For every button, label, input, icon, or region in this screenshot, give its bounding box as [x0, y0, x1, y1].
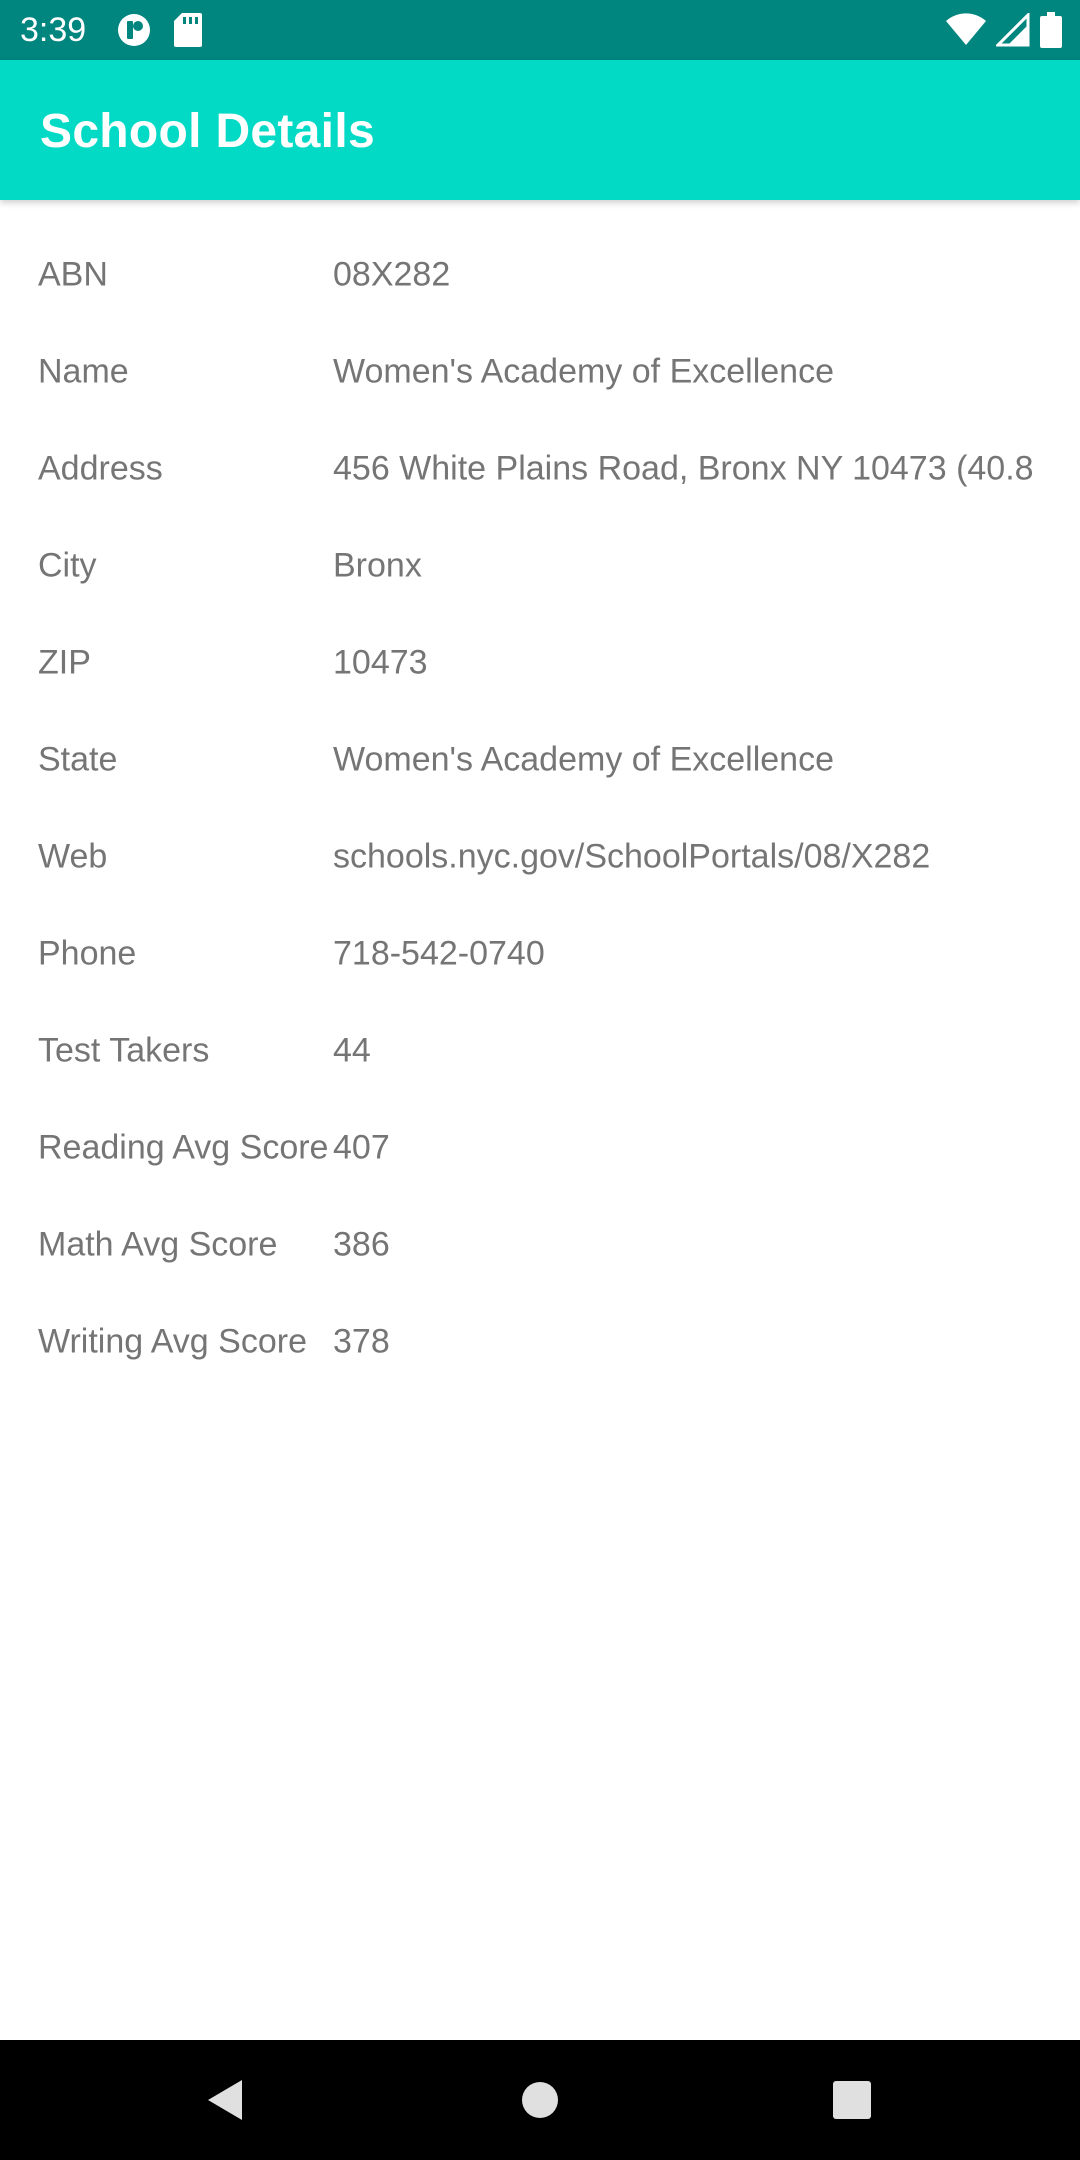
detail-row-web: Web schools.nyc.gov/SchoolPortals/08/X28… — [0, 808, 1080, 905]
detail-value: 10473 — [333, 643, 428, 681]
detail-label: Test Takers — [38, 1031, 210, 1069]
school-details-screen: 3:39 School Details ABN 08X282 Name Wome… — [0, 0, 1080, 2160]
detail-label: ABN — [38, 255, 108, 293]
home-icon — [516, 2076, 564, 2124]
back-icon — [202, 2076, 250, 2124]
status-left-icons — [116, 12, 202, 48]
app-bar: School Details — [0, 60, 1080, 200]
detail-value: 386 — [333, 1225, 390, 1263]
detail-label: City — [38, 546, 97, 584]
back-button[interactable] — [202, 2076, 250, 2124]
status-time: 3:39 — [20, 11, 87, 49]
detail-label: ZIP — [38, 643, 91, 681]
detail-value: 08X282 — [333, 255, 451, 293]
recents-icon — [828, 2076, 876, 2124]
detail-label: Web — [38, 837, 108, 875]
status-bar: 3:39 — [0, 0, 1080, 60]
detail-row-zip: ZIP 10473 — [0, 614, 1080, 711]
sd-card-icon — [174, 13, 202, 47]
detail-value: Bronx — [333, 546, 422, 584]
detail-row-abn: ABN 08X282 — [0, 226, 1080, 323]
battery-icon — [1040, 12, 1062, 48]
detail-row-writing-avg-score: Writing Avg Score 378 — [0, 1293, 1080, 1390]
detail-value: Women's Academy of Excellence — [333, 352, 834, 390]
recents-button[interactable] — [828, 2076, 876, 2124]
detail-value: 456 White Plains Road, Bronx NY 10473 (4… — [333, 449, 1034, 487]
signal-icon — [996, 13, 1030, 47]
status-right-icons — [946, 12, 1062, 48]
detail-value: schools.nyc.gov/SchoolPortals/08/X282 — [333, 837, 931, 875]
detail-row-phone: Phone 718-542-0740 — [0, 905, 1080, 1002]
detail-label: Writing Avg Score — [38, 1322, 307, 1360]
detail-value: Women's Academy of Excellence — [333, 740, 834, 778]
detail-row-test-takers: Test Takers 44 — [0, 1002, 1080, 1099]
detail-row-address: Address 456 White Plains Road, Bronx NY … — [0, 420, 1080, 517]
wifi-icon — [946, 13, 986, 47]
detail-value: 378 — [333, 1322, 390, 1360]
detail-label: Name — [38, 352, 129, 390]
home-button[interactable] — [516, 2076, 564, 2124]
detail-value: 44 — [333, 1031, 371, 1069]
page-title: School Details — [40, 105, 375, 158]
detail-label: Math Avg Score — [38, 1225, 278, 1263]
detail-row-state: State Women's Academy of Excellence — [0, 711, 1080, 808]
detail-label: State — [38, 740, 118, 778]
detail-row-name: Name Women's Academy of Excellence — [0, 323, 1080, 420]
detail-value: 407 — [333, 1128, 390, 1166]
navigation-bar — [0, 2040, 1080, 2160]
detail-row-city: City Bronx — [0, 517, 1080, 614]
detail-label: Reading Avg Score — [38, 1128, 329, 1166]
notification-icon — [116, 12, 152, 48]
detail-row-reading-avg-score: Reading Avg Score 407 — [0, 1099, 1080, 1196]
detail-row-math-avg-score: Math Avg Score 386 — [0, 1196, 1080, 1293]
detail-label: Address — [38, 449, 163, 487]
detail-value: 718-542-0740 — [333, 934, 545, 972]
detail-label: Phone — [38, 934, 137, 972]
